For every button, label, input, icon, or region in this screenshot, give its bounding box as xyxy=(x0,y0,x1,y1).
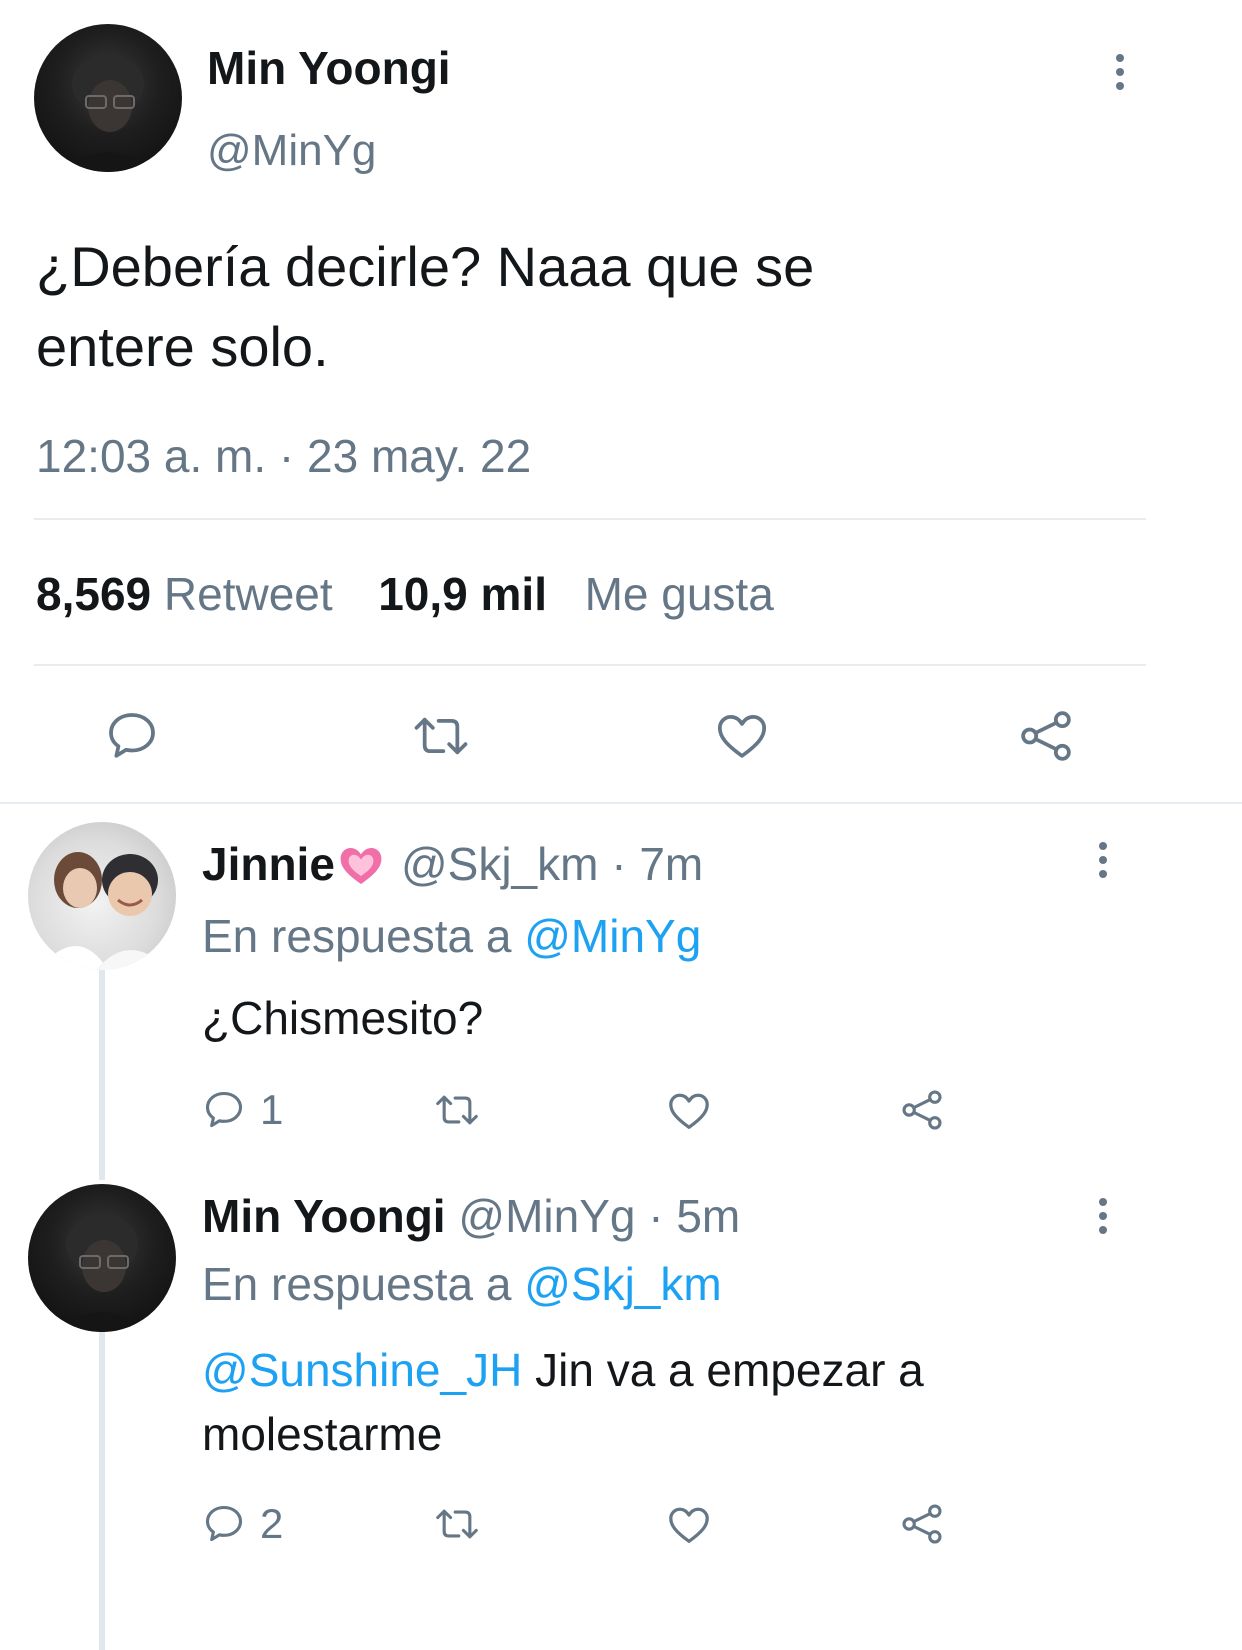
retweet-icon xyxy=(436,1509,478,1539)
main-author-avatar[interactable] xyxy=(34,24,182,172)
reply-count: 2 xyxy=(260,1500,284,1547)
main-tweet-text: ¿Debería decirle? Naaa que se entere sol… xyxy=(36,227,814,387)
retweet-button[interactable] xyxy=(432,1088,482,1132)
reply-text-line2: molestarme xyxy=(202,1408,443,1460)
share-icon xyxy=(902,1090,942,1130)
reply-handle-time[interactable]: @MinYg · 5m xyxy=(458,1190,740,1242)
reply-button[interactable]: 1 xyxy=(202,1088,283,1132)
retweet-label[interactable]: Retweet xyxy=(164,568,333,620)
reply-context-mention[interactable]: @MinYg xyxy=(524,910,701,962)
reply-context: En respuesta a @Skj_km xyxy=(202,1256,722,1312)
reply-author-avatar[interactable] xyxy=(28,1184,176,1332)
retweet-count[interactable]: 8,569 xyxy=(36,568,151,620)
like-count[interactable]: 10,9 mil xyxy=(378,568,547,620)
main-tweet-text-line2: entere solo. xyxy=(36,315,329,378)
share-icon xyxy=(902,1504,942,1544)
like-icon xyxy=(717,715,767,758)
more-dots-icon[interactable] xyxy=(1113,54,1127,90)
reply-context-prefix: En respuesta a xyxy=(202,910,512,962)
like-icon xyxy=(669,1507,709,1543)
like-button[interactable] xyxy=(666,1088,712,1134)
main-tweet-text-line1: ¿Debería decirle? Naaa que se xyxy=(36,235,815,298)
more-dots-icon[interactable] xyxy=(1096,1198,1110,1234)
share-button[interactable] xyxy=(900,1502,944,1546)
like-icon xyxy=(669,1093,709,1129)
like-label[interactable]: Me gusta xyxy=(585,568,774,620)
more-dots-icon[interactable] xyxy=(1096,842,1110,878)
share-button[interactable] xyxy=(900,1088,944,1132)
reply-author-name[interactable]: Min Yoongi xyxy=(202,1190,446,1242)
reply-button[interactable]: 2 xyxy=(202,1502,283,1546)
main-author-handle[interactable]: @MinYg xyxy=(207,123,376,179)
reply-text: ¿Chismesito? xyxy=(202,992,484,1044)
reply-text-line1: Jin va a empezar a xyxy=(522,1344,924,1396)
thread-connector-line xyxy=(99,1332,105,1650)
main-tweet-timestamp[interactable]: 12:03 a. m. · 23 may. 22 xyxy=(36,428,531,484)
divider xyxy=(34,518,1146,520)
like-button[interactable] xyxy=(666,1502,712,1548)
reply-text-mention[interactable]: @Sunshine_JH xyxy=(202,1344,522,1396)
reply-icon xyxy=(109,713,155,758)
reply-text: @Sunshine_JH Jin va a empezar a molestar… xyxy=(202,1338,924,1466)
reply-author-avatar[interactable] xyxy=(28,822,176,970)
share-button[interactable] xyxy=(1018,708,1074,764)
reply-icon xyxy=(205,1091,243,1128)
retweet-button[interactable] xyxy=(410,708,472,764)
retweet-icon xyxy=(436,1095,478,1125)
reply-context-mention[interactable]: @Skj_km xyxy=(524,1258,722,1310)
engagement-stats: 8,569 Retweet 10,9 mil Me gusta xyxy=(36,566,774,622)
reply-count: 1 xyxy=(260,1086,284,1133)
reply-header: Min Yoongi @MinYg · 5m xyxy=(202,1188,740,1244)
divider xyxy=(0,802,1242,804)
thread-connector-line xyxy=(99,970,105,1180)
reply-header: Jinnie @Skj_km · 7m xyxy=(202,836,703,892)
reply-icon xyxy=(205,1505,243,1542)
reply-handle-time[interactable]: @Skj_km · 7m xyxy=(401,838,703,890)
share-icon xyxy=(1021,711,1071,761)
retweet-icon xyxy=(414,717,468,755)
reply-context-prefix: En respuesta a xyxy=(202,1258,512,1310)
pink-heart-emoji xyxy=(340,848,382,884)
main-author-name[interactable]: Min Yoongi xyxy=(207,40,451,96)
reply-button[interactable] xyxy=(104,708,160,764)
reply-author-name[interactable]: Jinnie xyxy=(202,838,335,890)
divider xyxy=(34,664,1146,666)
retweet-button[interactable] xyxy=(432,1502,482,1546)
reply-context: En respuesta a @MinYg xyxy=(202,908,701,964)
like-button[interactable] xyxy=(714,708,770,764)
